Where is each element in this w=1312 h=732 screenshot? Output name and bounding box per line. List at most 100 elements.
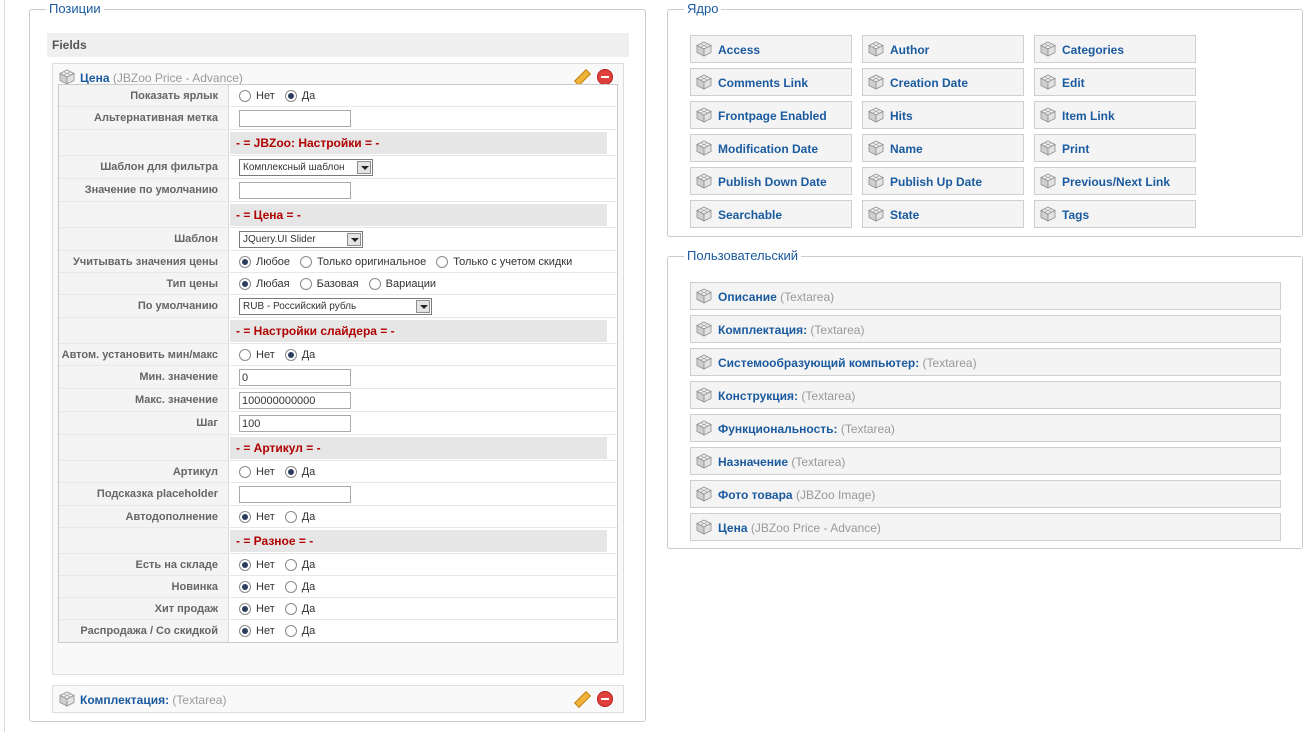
dropdown-arrow-icon[interactable] (347, 232, 361, 246)
radio-button[interactable] (239, 255, 251, 268)
radio-option[interactable]: Да (284, 89, 315, 102)
cube-icon (59, 691, 75, 707)
komplektaciya-element[interactable]: Комплектация: (Textarea) (52, 685, 624, 713)
radio-option[interactable]: Нет (239, 510, 275, 523)
radio-option[interactable]: Да (284, 348, 315, 361)
text-input[interactable] (239, 109, 351, 127)
radio-option[interactable]: Базовая (299, 277, 359, 290)
radio-option[interactable]: Только с учетом скидки (436, 255, 572, 268)
radio-option[interactable]: Да (284, 625, 315, 637)
delete-icon[interactable] (597, 691, 613, 707)
element-name: Комплектация: (80, 693, 170, 707)
radio-button[interactable] (284, 89, 297, 102)
core-item[interactable]: Creation Date (862, 68, 1024, 96)
user-item[interactable]: Функциональность: (Textarea) (690, 414, 1281, 442)
radio-label: Нет (256, 465, 275, 478)
radio-button[interactable] (368, 277, 381, 290)
price-element[interactable]: Цена (JBZoo Price - Advance) Показать яр… (52, 63, 624, 675)
radio-option[interactable]: Да (284, 558, 315, 571)
user-item[interactable]: Описание (Textarea) (690, 282, 1281, 310)
core-item[interactable]: Author (862, 35, 1024, 63)
radio-option[interactable]: Да (284, 465, 315, 478)
core-item-label: Print (1062, 142, 1090, 156)
radio-button[interactable] (239, 465, 251, 478)
core-item[interactable]: Categories (1034, 35, 1196, 63)
core-item[interactable]: Name (862, 134, 1024, 162)
user-item[interactable]: Системообразующий компьютер: (Textarea) (690, 348, 1281, 376)
core-item[interactable]: State (862, 200, 1024, 228)
radio-option[interactable]: Нет (239, 580, 275, 593)
radio-option[interactable]: Да (284, 510, 315, 523)
text-input[interactable] (239, 485, 351, 503)
radio-option[interactable]: Нет (239, 348, 275, 361)
radio-option[interactable]: Любое (239, 255, 290, 268)
user-item[interactable]: Цена (JBZoo Price - Advance) (690, 513, 1281, 541)
text-input[interactable]: 0 (239, 368, 351, 386)
radio-option[interactable]: Только оригинальное (300, 255, 426, 268)
core-item[interactable]: Item Link (1034, 101, 1196, 129)
core-item[interactable]: Comments Link (690, 68, 852, 96)
user-item[interactable]: Конструкция: (Textarea) (690, 381, 1281, 409)
core-item[interactable]: Searchable (690, 200, 852, 228)
radio-button[interactable] (239, 510, 251, 523)
radio-option[interactable]: Да (284, 580, 315, 593)
delete-icon[interactable] (597, 69, 613, 85)
radio-button[interactable] (239, 348, 251, 361)
edit-icon[interactable] (573, 69, 589, 85)
radio-button[interactable] (239, 558, 251, 571)
radio-button[interactable] (284, 465, 297, 478)
text-input[interactable] (239, 181, 351, 199)
param-label: Альтернативная метка (59, 107, 229, 129)
core-item[interactable]: Modification Date (690, 134, 852, 162)
core-item[interactable]: Access (690, 35, 852, 63)
radio-button[interactable] (299, 277, 312, 290)
core-item[interactable]: Edit (1034, 68, 1196, 96)
radio-button[interactable] (284, 510, 297, 523)
section-separator: - = Артикул = - (230, 437, 607, 459)
text-input[interactable]: 100000000000 (239, 391, 351, 409)
radio-button[interactable] (284, 602, 297, 615)
radio-button[interactable] (284, 625, 297, 637)
select-dropdown[interactable]: JQuery.UI Slider (239, 230, 363, 248)
radio-button[interactable] (436, 255, 449, 268)
komplektaciya-element-header[interactable]: Комплектация: (Textarea) (53, 686, 623, 712)
core-item[interactable]: Hits (862, 101, 1024, 129)
edit-icon[interactable] (573, 691, 589, 707)
radio-option[interactable]: Нет (239, 89, 275, 102)
select-dropdown[interactable]: RUB - Российский рубль (239, 297, 432, 315)
radio-option[interactable]: Вариации (368, 277, 436, 290)
radio-button[interactable] (239, 602, 251, 615)
radio-button[interactable] (300, 255, 313, 268)
param-row: Тип цены Любая Базовая Вариации (59, 273, 617, 295)
cube-icon (696, 288, 712, 304)
core-item[interactable]: Previous/Next Link (1034, 167, 1196, 195)
radio-option[interactable]: Любая (239, 277, 290, 290)
user-item[interactable]: Назначение (Textarea) (690, 447, 1281, 475)
radio-button[interactable] (284, 348, 297, 361)
core-item[interactable]: Publish Down Date (690, 167, 852, 195)
dropdown-arrow-icon[interactable] (416, 299, 430, 313)
radio-option[interactable]: Нет (239, 465, 275, 478)
user-item[interactable]: Фото товара (JBZoo Image) (690, 480, 1281, 508)
param-value: Нет Да (239, 506, 607, 527)
radio-button[interactable] (239, 89, 251, 102)
radio-option[interactable]: Да (284, 602, 315, 615)
cube-icon (868, 41, 884, 57)
radio-button[interactable] (239, 580, 251, 593)
radio-button[interactable] (239, 277, 251, 290)
radio-option[interactable]: Нет (239, 558, 275, 571)
radio-button[interactable] (239, 625, 251, 637)
core-item[interactable]: Publish Up Date (862, 167, 1024, 195)
text-input[interactable]: 100 (239, 414, 351, 432)
radio-option[interactable]: Нет (239, 602, 275, 615)
dropdown-arrow-icon[interactable] (357, 160, 371, 174)
radio-button[interactable] (284, 558, 297, 571)
select-dropdown[interactable]: Комплексный шаблон (239, 158, 373, 176)
core-item[interactable]: Frontpage Enabled (690, 101, 852, 129)
radio-button[interactable] (284, 580, 297, 593)
core-item[interactable]: Tags (1034, 200, 1196, 228)
user-item[interactable]: Комплектация: (Textarea) (690, 315, 1281, 343)
fields-header: Fields (47, 33, 629, 57)
radio-option[interactable]: Нет (239, 625, 275, 637)
core-item[interactable]: Print (1034, 134, 1196, 162)
